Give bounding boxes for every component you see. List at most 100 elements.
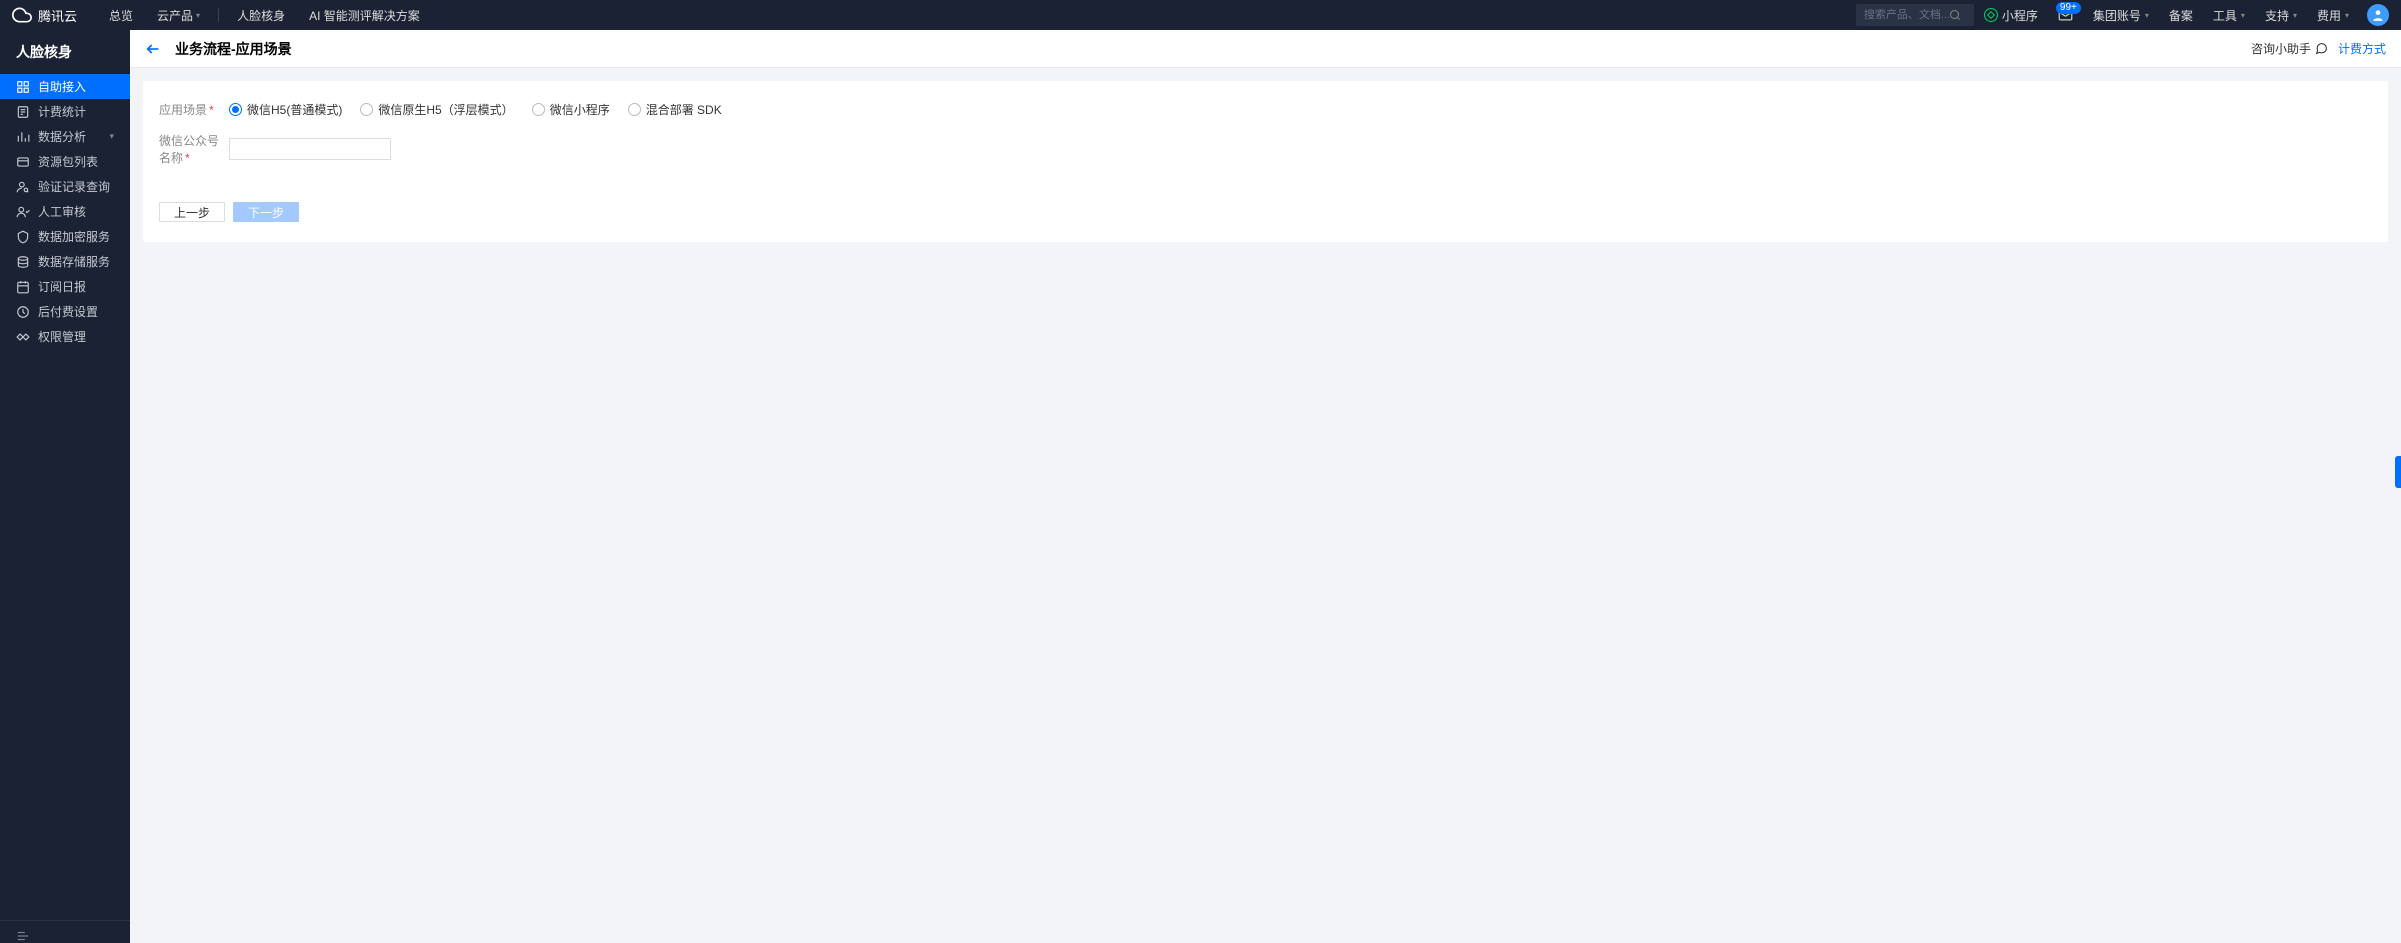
radio-dot-icon	[232, 106, 239, 113]
radio-option-0[interactable]: 微信H5(普通模式)	[229, 101, 342, 118]
content-body: 应用场景* 微信H5(普通模式)微信原生H5（浮层模式）微信小程序混合部署 SD…	[130, 68, 2401, 943]
menu-icon	[16, 205, 30, 219]
button-row: 上一步 下一步	[159, 190, 2372, 222]
sidebar-item-0[interactable]: 自助接入	[0, 74, 130, 99]
assist-label: 咨询小助手	[2251, 40, 2311, 57]
nav-ai-eval[interactable]: AI 智能测评解决方案	[297, 0, 432, 30]
radio-option-1[interactable]: 微信原生H5（浮层模式）	[360, 101, 513, 118]
sidebar-title: 人脸核身	[0, 30, 130, 74]
support-label: 支持	[2265, 7, 2289, 24]
search-input[interactable]	[1864, 9, 1949, 21]
tools-label: 工具	[2213, 7, 2237, 24]
scene-label: 应用场景*	[159, 101, 229, 118]
mini-program-icon	[1984, 8, 1998, 22]
sidebar-item-8[interactable]: 订阅日报	[0, 274, 130, 299]
radio-circle-icon	[360, 103, 373, 116]
tools-dropdown[interactable]: 工具 ▾	[2203, 0, 2255, 30]
menu-icon	[16, 280, 30, 294]
mini-program-link[interactable]: 小程序	[1974, 0, 2048, 30]
sidebar-item-1[interactable]: 计费统计	[0, 99, 130, 124]
sidebar-item-label: 数据存储服务	[38, 253, 110, 270]
chevron-down-icon: ▾	[2241, 11, 2245, 20]
wechat-account-input[interactable]	[229, 138, 391, 160]
side-feedback-tab[interactable]	[2395, 456, 2401, 488]
nav-products-label: 云产品	[157, 7, 193, 24]
sidebar-item-label: 计费统计	[38, 103, 86, 120]
sidebar-item-label: 数据加密服务	[38, 228, 110, 245]
sidebar-item-label: 自助接入	[38, 78, 86, 95]
user-icon	[2371, 8, 2385, 22]
sidebar-item-9[interactable]: 后付费设置	[0, 299, 130, 324]
sidebar-item-label: 数据分析	[38, 128, 86, 145]
account-label: 微信公众号名称*	[159, 132, 229, 166]
content-area: 业务流程-应用场景 咨询小助手 计费方式 应用场景* 微信H5(普通模式)微信原…	[130, 30, 2401, 943]
menu-icon	[16, 105, 30, 119]
sidebar-item-5[interactable]: 人工审核	[0, 199, 130, 224]
messages-link[interactable]: 99+	[2048, 0, 2083, 30]
search-box[interactable]	[1856, 4, 1974, 26]
menu-icon	[16, 130, 30, 144]
radio-circle-icon	[628, 103, 641, 116]
sidebar-item-label: 订阅日报	[38, 278, 86, 295]
radio-label: 微信H5(普通模式)	[247, 101, 342, 118]
prev-button[interactable]: 上一步	[159, 202, 225, 222]
cloud-logo-icon	[12, 5, 32, 25]
sidebar-item-10[interactable]: 权限管理	[0, 324, 130, 349]
sidebar-item-label: 验证记录查询	[38, 178, 110, 195]
sidebar-item-label: 人工审核	[38, 203, 86, 220]
fee-label: 费用	[2317, 7, 2341, 24]
envelope-icon: 99+	[2058, 8, 2073, 23]
radio-label: 微信原生H5（浮层模式）	[378, 101, 513, 118]
required-star-icon: *	[185, 151, 190, 165]
account-dropdown[interactable]: 集团账号 ▾	[2083, 0, 2159, 30]
page-title: 业务流程-应用场景	[175, 39, 292, 59]
nav-faceid[interactable]: 人脸核身	[225, 0, 297, 30]
nav-overview[interactable]: 总览	[97, 0, 145, 30]
sidebar-item-4[interactable]: 验证记录查询	[0, 174, 130, 199]
search-icon[interactable]	[1949, 9, 1961, 21]
nav-right: 小程序 99+ 集团账号 ▾ 备案 工具 ▾ 支持 ▾ 费用 ▾	[1856, 0, 2389, 30]
nav-divider	[218, 8, 219, 22]
chat-icon	[2315, 42, 2328, 55]
chevron-down-icon: ▾	[2293, 11, 2297, 20]
scene-label-text: 应用场景	[159, 103, 207, 117]
menu-icon	[16, 230, 30, 244]
user-avatar[interactable]	[2367, 4, 2389, 26]
content-header: 业务流程-应用场景 咨询小助手 计费方式	[130, 30, 2401, 68]
sidebar-item-7[interactable]: 数据存储服务	[0, 249, 130, 274]
sidebar-item-2[interactable]: 数据分析▾	[0, 124, 130, 149]
assist-link[interactable]: 咨询小助手	[2251, 40, 2328, 57]
chevron-down-icon: ▾	[2345, 11, 2349, 20]
chevron-down-icon: ▾	[2145, 11, 2149, 20]
collapse-sidebar-icon[interactable]	[16, 929, 30, 943]
billing-link[interactable]: 计费方式	[2338, 40, 2386, 57]
account-label: 集团账号	[2093, 7, 2141, 24]
scene-radio-group: 微信H5(普通模式) 微信原生H5（浮层模式） 微信小程序 混合部署 SDK	[229, 101, 722, 118]
brand-logo[interactable]: 腾讯云	[12, 5, 77, 25]
back-arrow-icon[interactable]	[145, 41, 161, 57]
beian-link[interactable]: 备案	[2159, 0, 2203, 30]
sidebar-item-label: 权限管理	[38, 328, 86, 345]
sidebar-item-label: 后付费设置	[38, 303, 98, 320]
nav-products[interactable]: 云产品 ▾	[145, 0, 212, 30]
radio-option-3[interactable]: 混合部署 SDK	[628, 101, 722, 118]
message-badge: 99+	[2056, 2, 2081, 14]
sidebar-item-label: 资源包列表	[38, 153, 98, 170]
fee-dropdown[interactable]: 费用 ▾	[2307, 0, 2359, 30]
menu-icon	[16, 180, 30, 194]
menu-icon	[16, 255, 30, 269]
support-dropdown[interactable]: 支持 ▾	[2255, 0, 2307, 30]
form-row-scene: 应用场景* 微信H5(普通模式) 微信原生H5（浮层模式） 微信小程序 混合部署 SD…	[159, 101, 2372, 118]
radio-option-2[interactable]: 微信小程序	[532, 101, 610, 118]
required-star-icon: *	[209, 103, 214, 117]
sidebar-item-6[interactable]: 数据加密服务	[0, 224, 130, 249]
radio-label: 混合部署 SDK	[646, 101, 722, 118]
form-card: 应用场景* 微信H5(普通模式)微信原生H5（浮层模式）微信小程序混合部署 SD…	[143, 81, 2388, 242]
sidebar-footer	[0, 920, 130, 943]
sidebar-item-3[interactable]: 资源包列表	[0, 149, 130, 174]
next-button[interactable]: 下一步	[233, 202, 299, 222]
menu-icon	[16, 330, 30, 344]
header-right: 咨询小助手 计费方式	[2251, 40, 2386, 57]
chevron-down-icon: ▾	[196, 11, 200, 20]
top-header: 腾讯云 总览 云产品 ▾ 人脸核身 AI 智能测评解决方案 小程序 99+	[0, 0, 2401, 30]
